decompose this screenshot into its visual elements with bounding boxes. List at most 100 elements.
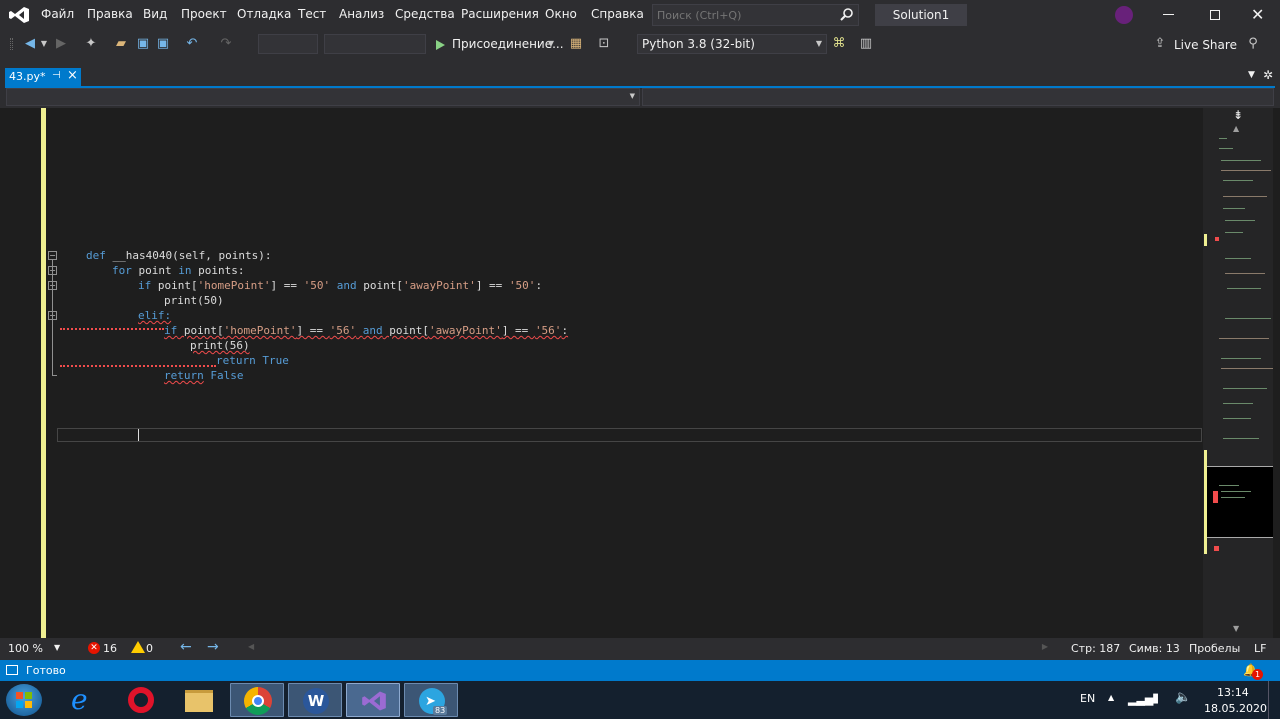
menu-project[interactable]: Проект	[181, 7, 227, 21]
show-desktop-button[interactable]	[1268, 681, 1280, 719]
horizontal-scrollbar[interactable]: ◀ ▶	[248, 642, 1048, 654]
member-dropdown[interactable]	[642, 88, 1274, 106]
taskbar-telegram-icon[interactable]: ➤ 83	[404, 683, 458, 717]
redo-icon[interactable]: ↷	[217, 34, 235, 54]
taskbar-visual-studio-icon[interactable]	[346, 683, 400, 717]
open-folder-icon[interactable]: ▰	[112, 34, 130, 54]
minimize-icon[interactable]	[1163, 14, 1174, 15]
menu-extensions[interactable]: Расширения	[461, 7, 539, 21]
taskbar-explorer-icon[interactable]	[172, 683, 226, 717]
menu-edit[interactable]: Правка	[87, 7, 133, 21]
menu-analyze[interactable]: Анализ	[339, 7, 384, 21]
menu-view[interactable]: Вид	[143, 7, 167, 21]
navigate-back-icon[interactable]: ←	[180, 639, 192, 655]
search-box[interactable]	[652, 4, 859, 26]
menu-debug[interactable]: Отладка	[237, 7, 291, 21]
visual-studio-logo-icon[interactable]	[8, 6, 30, 24]
taskbar-internet-explorer-icon[interactable]: e	[56, 683, 110, 717]
scroll-down-icon[interactable]: ▼	[1233, 624, 1239, 633]
minimap-line	[1221, 368, 1273, 369]
taskbar-word-icon[interactable]: W	[288, 683, 342, 717]
tab-43-py[interactable]: 43.py* ⊣ ×	[5, 68, 81, 86]
search-icon[interactable]	[840, 7, 854, 21]
avatar[interactable]	[1115, 6, 1133, 24]
line-ending-indicator[interactable]: LF	[1254, 642, 1266, 655]
close-tab-icon[interactable]: ×	[67, 68, 78, 83]
save-icon[interactable]: ▣	[135, 34, 151, 54]
collapse-def-icon[interactable]: −	[48, 251, 57, 260]
menu-tools[interactable]: Средства	[395, 7, 455, 21]
tab-list-dropdown-icon[interactable]: ▼	[1248, 70, 1255, 80]
zoom-level[interactable]: 100 %	[8, 642, 43, 655]
language-indicator[interactable]: EN	[1080, 692, 1095, 705]
minimap-line	[1223, 403, 1253, 404]
clock-date[interactable]: 18.05.2020	[1204, 702, 1267, 715]
attach-process-icon[interactable]: ▦	[567, 34, 585, 54]
show-hidden-icons-icon[interactable]: ▲	[1108, 693, 1114, 702]
chevron-down-icon[interactable]: ▼	[546, 34, 556, 54]
settings-icon[interactable]: ✲	[1263, 68, 1273, 82]
configuration-dropdown[interactable]	[258, 34, 318, 54]
menu-file[interactable]: Файл	[41, 7, 74, 21]
scroll-left-icon[interactable]: ◀	[248, 642, 254, 651]
title-bar: Файл Правка Вид Проект Отладка Тест Анал…	[0, 0, 1280, 30]
power-icon[interactable]: ▮	[1152, 691, 1159, 706]
save-all-icon[interactable]: ▣	[155, 34, 171, 54]
dropdown-arrow-icon[interactable]: ▼	[39, 34, 49, 54]
keyword: and	[362, 324, 383, 337]
layout-icon[interactable]: ▥	[858, 34, 874, 54]
platform-dropdown[interactable]	[324, 34, 426, 54]
navigate-forward-icon[interactable]: →	[207, 639, 219, 655]
menu-window[interactable]: Окно	[545, 7, 577, 21]
network-signal-icon[interactable]: ▂▃▅	[1128, 693, 1153, 706]
zoom-dropdown-icon[interactable]: ▼	[54, 643, 60, 652]
restore-icon[interactable]	[1210, 10, 1220, 20]
code-text: __has4040(self, points):	[105, 249, 272, 262]
line-indicator[interactable]: Стр: 187	[1071, 642, 1120, 655]
interactive-window-icon[interactable]: ⊡	[596, 34, 612, 54]
new-project-icon[interactable]: ✦	[82, 34, 100, 54]
python-package-icon[interactable]: ⌘	[831, 34, 847, 54]
whitespace-indicator[interactable]: Пробелы	[1189, 642, 1240, 655]
code-text: point	[131, 264, 179, 277]
back-icon[interactable]: ◀	[21, 34, 39, 54]
undo-icon[interactable]: ↶	[183, 34, 201, 54]
menu-help[interactable]: Справка	[591, 7, 644, 21]
toolbar-grip-icon	[10, 38, 13, 50]
minimap-viewport[interactable]	[1207, 466, 1273, 538]
class-dropdown[interactable]: ▼	[6, 88, 640, 106]
pin-icon[interactable]: ⊣	[52, 70, 61, 81]
code-text: point[	[356, 279, 403, 292]
notifications-badge[interactable]: 1	[1252, 669, 1263, 680]
live-share-icon[interactable]: ⇪	[1152, 34, 1168, 54]
forward-icon[interactable]: ▶	[52, 34, 70, 54]
minimap-error-marker	[1204, 234, 1207, 246]
menu-test[interactable]: Тест	[298, 7, 326, 21]
warning-icon[interactable]	[131, 641, 145, 653]
start-icon[interactable]	[436, 40, 445, 50]
volume-icon[interactable]: 🔈	[1175, 690, 1191, 705]
keyword: for	[112, 264, 132, 277]
column-indicator[interactable]: Симв: 13	[1129, 642, 1180, 655]
warning-count[interactable]: 0	[146, 642, 153, 655]
start-button-icon[interactable]	[6, 684, 42, 716]
close-icon[interactable]: ✕	[1251, 5, 1264, 24]
python-environment-dropdown[interactable]: Python 3.8 (32-bit) ▼	[637, 34, 827, 54]
scroll-up-icon[interactable]: ▲	[1233, 124, 1239, 133]
taskbar-opera-icon[interactable]	[114, 683, 168, 717]
minimap-scrollbar[interactable]: ⇟ ▲ ▼	[1203, 108, 1273, 638]
clock-time[interactable]: 13:14	[1217, 686, 1249, 699]
scroll-right-icon[interactable]: ▶	[1042, 642, 1048, 651]
search-input[interactable]	[657, 7, 827, 23]
split-window-icon[interactable]: ⇟	[1233, 108, 1243, 122]
feedback-icon[interactable]: ⚲	[1244, 34, 1262, 54]
minimap-line	[1225, 220, 1255, 221]
string-literal: '50'	[508, 279, 536, 292]
code-editor[interactable]: − − − − def __has4040(self, points): for…	[0, 108, 1280, 638]
code-text: ] ==	[475, 279, 509, 292]
taskbar-chrome-icon[interactable]	[230, 683, 284, 717]
keyword-error: elif:	[138, 309, 172, 322]
live-share-button[interactable]: Live Share	[1174, 38, 1237, 52]
error-icon[interactable]: ✕	[88, 642, 100, 654]
error-count[interactable]: 16	[103, 642, 117, 655]
